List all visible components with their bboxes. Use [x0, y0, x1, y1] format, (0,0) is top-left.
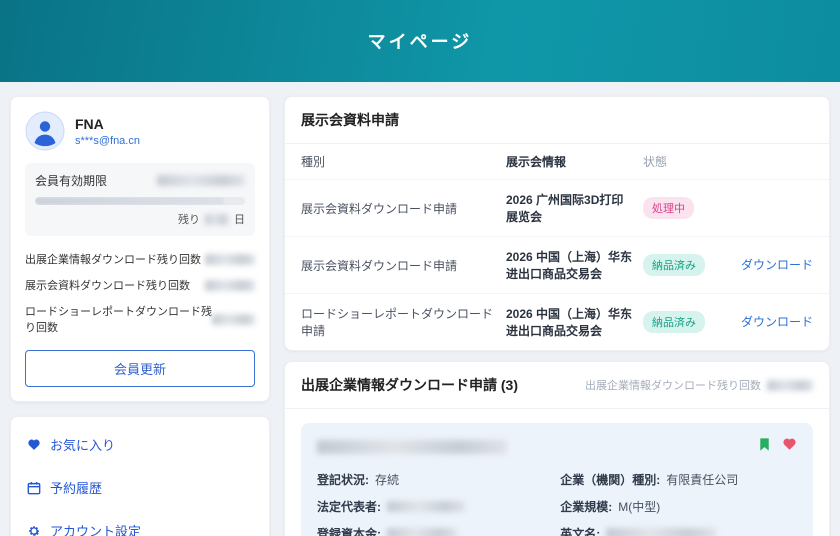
status-cell: 処理中 [643, 197, 735, 219]
download-link[interactable]: ダウンロード [741, 258, 813, 272]
field-label: 法定代表者: [317, 498, 381, 515]
validity-value-redacted [157, 175, 245, 186]
status-cell: 納品済み [643, 311, 735, 333]
remaining-prefix: 残り [178, 211, 200, 227]
validity-label: 会員有効期限 [35, 172, 107, 189]
company-field: 法定代表者: [317, 498, 536, 515]
bookmark-icon[interactable] [757, 437, 772, 457]
membership-progress-bar [35, 197, 245, 205]
company-fields-grid: 登記状況: 存続 企業（機関）種別: 有限責任公司 法定代表者: 企業規模: M… [317, 471, 797, 536]
menu-item-reservation-history[interactable]: 予約履歴 [11, 466, 269, 509]
user-email: s***s@fna.cn [75, 135, 140, 147]
application-type: 展示会資料ダウンロード申請 [301, 257, 506, 274]
membership-validity-box: 会員有効期限 残り 日 [25, 163, 255, 236]
company-field: 英文名: [560, 525, 797, 536]
exhibition-applications-card: 展示会資料申請 種別 展示会情報 状態 展示会資料ダウンロード申請 2026 广… [284, 96, 830, 351]
favorite-heart-icon[interactable] [782, 437, 797, 457]
company-field: 企業規模: M(中型) [560, 498, 797, 515]
counter-label: 展示会資料ダウンロード残り回数 [25, 277, 190, 293]
counter-value-redacted [212, 314, 255, 325]
field-label: 企業（機関）種別: [560, 471, 660, 488]
status-badge: 処理中 [643, 197, 694, 219]
company-remaining-label: 出展企業情報ダウンロード残り回数 [585, 377, 761, 393]
company-field: 企業（機関）種別: 有限責任公司 [560, 471, 797, 488]
applications-title-bar: 展示会資料申請 [285, 97, 829, 144]
table-header: 種別 展示会情報 状態 [285, 144, 829, 180]
counter-label: ロードショーレポートダウンロード残り回数 [25, 303, 212, 335]
company-remaining-value-redacted [767, 380, 813, 391]
heart-icon [27, 438, 41, 452]
user-name: FNA [75, 116, 140, 132]
field-value: M(中型) [618, 498, 660, 515]
field-label: 企業規模: [560, 498, 612, 515]
counter-label: 出展企業情報ダウンロード残り回数 [25, 251, 201, 267]
counter-row: 展示会資料ダウンロード残り回数 [25, 272, 255, 298]
company-name-redacted [317, 440, 507, 454]
status-badge: 納品済み [643, 254, 705, 276]
right-column: 展示会資料申請 種別 展示会情報 状態 展示会資料ダウンロード申請 2026 广… [284, 96, 830, 536]
company-info-card: 出展企業情報ダウンロード申請 (3) 出展企業情報ダウンロード残り回数 [284, 361, 830, 536]
profile-header: FNA s***s@fna.cn [25, 111, 255, 151]
field-value: 有限責任公司 [666, 471, 738, 488]
exhibition-name: 2026 中国（上海）华东进出口商品交易会 [506, 248, 643, 282]
membership-progress-fill [35, 197, 224, 205]
page-title: マイページ [368, 28, 473, 54]
profile-card: FNA s***s@fna.cn 会員有効期限 残り 日 [10, 96, 270, 402]
remaining-suffix: 日 [234, 211, 245, 227]
field-label: 登録資本金: [317, 525, 381, 536]
field-label: 英文名: [560, 525, 600, 536]
main-layout: FNA s***s@fna.cn 会員有効期限 残り 日 [0, 82, 840, 536]
table-row: 展示会資料ダウンロード申請 2026 中国（上海）华东进出口商品交易会 納品済み… [285, 237, 829, 294]
company-section-title: 出展企業情報ダウンロード申請 (3) [301, 375, 518, 395]
menu-card: お気に入り 予約履歴 アカウント設定 ログアウト [10, 416, 270, 536]
menu-item-label: 予約履歴 [50, 478, 102, 497]
counter-row: ロードショーレポートダウンロード残り回数 [25, 298, 255, 340]
field-value-redacted [606, 528, 716, 536]
column-header-status: 状態 [643, 153, 735, 170]
field-value-redacted [387, 528, 457, 536]
company-card-header [317, 437, 797, 457]
company-section-title-bar: 出展企業情報ダウンロード申請 (3) 出展企業情報ダウンロード残り回数 [285, 362, 829, 409]
counter-row: 出展企業情報ダウンロード残り回数 [25, 246, 255, 272]
counter-value-redacted [205, 254, 255, 265]
exhibition-name: 2026 中国（上海）华东进出口商品交易会 [506, 305, 643, 339]
column-header-type: 種別 [301, 153, 506, 170]
download-cell: ダウンロード [735, 256, 813, 274]
menu-item-favorites[interactable]: お気に入り [11, 423, 269, 466]
renew-membership-button[interactable]: 会員更新 [25, 350, 255, 387]
column-header-exhibition: 展示会情報 [506, 153, 643, 170]
company-detail-card: 登記状況: 存続 企業（機関）種別: 有限責任公司 法定代表者: 企業規模: M… [301, 423, 813, 536]
menu-item-account-settings[interactable]: アカウント設定 [11, 509, 269, 536]
status-cell: 納品済み [643, 254, 735, 276]
profile-identity: FNA s***s@fna.cn [75, 116, 140, 147]
application-type: ロードショーレポートダウンロード申請 [301, 305, 506, 339]
field-value: 存続 [375, 471, 399, 488]
counter-value-redacted [205, 280, 255, 291]
user-avatar-icon [25, 111, 65, 151]
gear-icon [27, 524, 41, 536]
company-field: 登記状況: 存続 [317, 471, 536, 488]
calendar-icon [27, 481, 41, 495]
page-header: マイページ [0, 0, 840, 82]
download-cell: ダウンロード [735, 313, 813, 331]
field-value-redacted [387, 501, 465, 512]
menu-item-label: お気に入り [50, 435, 115, 454]
table-row: 展示会資料ダウンロード申請 2026 广州国际3D打印展览会 処理中 [285, 180, 829, 237]
menu-item-label: アカウント設定 [50, 521, 141, 536]
application-type: 展示会資料ダウンロード申請 [301, 200, 506, 217]
remaining-days-redacted [205, 214, 229, 225]
field-label: 登記状況: [317, 471, 369, 488]
company-remaining-note: 出展企業情報ダウンロード残り回数 [585, 377, 813, 393]
applications-title: 展示会資料申請 [301, 110, 399, 130]
left-column: FNA s***s@fna.cn 会員有効期限 残り 日 [10, 96, 270, 536]
download-link[interactable]: ダウンロード [741, 315, 813, 329]
company-card-actions [757, 437, 797, 457]
status-badge: 納品済み [643, 311, 705, 333]
table-row: ロードショーレポートダウンロード申請 2026 中国（上海）华东进出口商品交易会… [285, 294, 829, 350]
company-field: 登録資本金: [317, 525, 536, 536]
exhibition-name: 2026 广州国际3D打印展览会 [506, 191, 643, 225]
